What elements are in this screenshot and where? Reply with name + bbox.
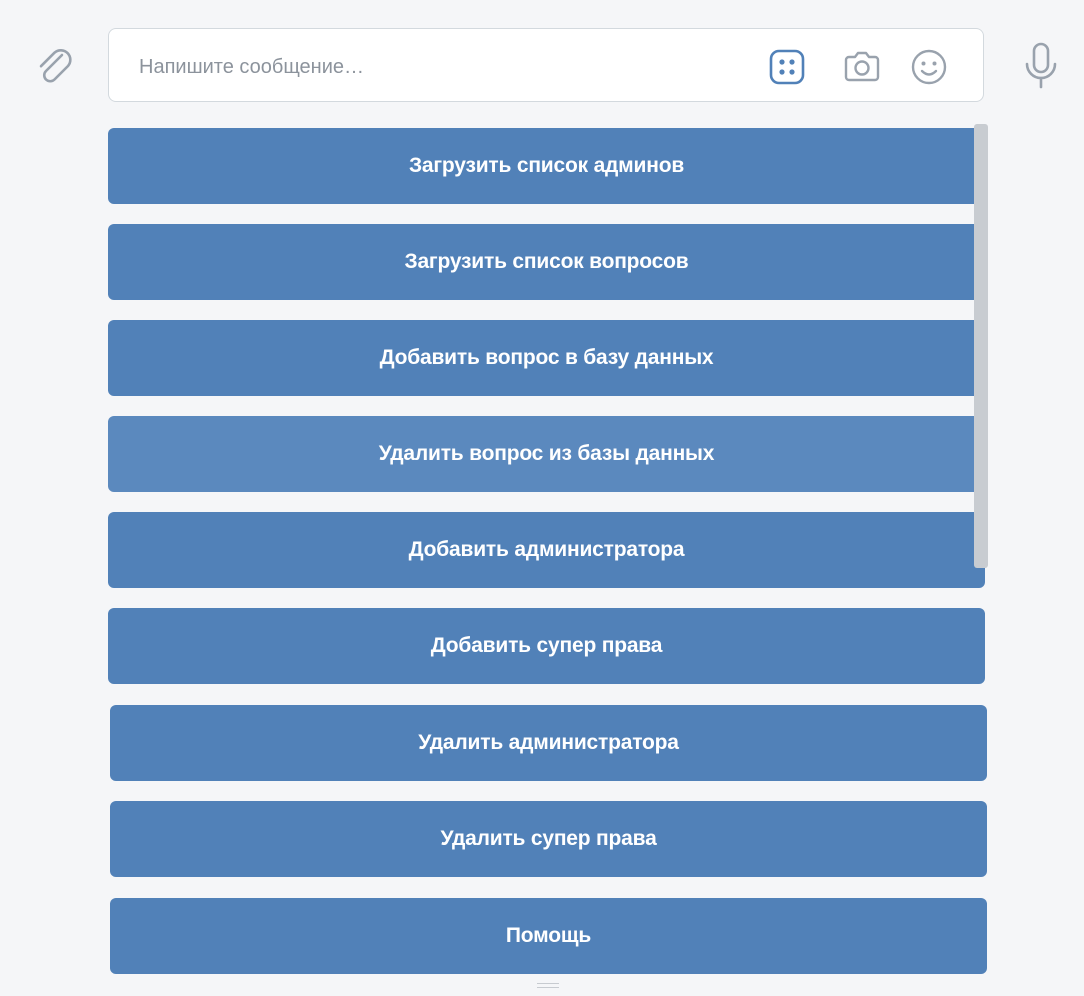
keyboard-toggle-button[interactable] [769, 49, 805, 85]
paperclip-icon [39, 48, 72, 83]
keyboard-button-remove-admin[interactable]: Удалить администратора [110, 705, 987, 781]
message-composer [108, 28, 984, 102]
message-input[interactable] [137, 47, 741, 87]
keyboard-grid-icon [769, 49, 805, 85]
camera-icon [844, 51, 880, 82]
voice-message-button[interactable] [1018, 40, 1064, 92]
camera-button[interactable] [841, 47, 883, 87]
keyboard-button-delete-question[interactable]: Удалить вопрос из базы данных [108, 416, 985, 492]
keyboard-button-load-questions[interactable]: Загрузить список вопросов [108, 224, 985, 300]
attach-button[interactable] [32, 45, 78, 91]
smiley-icon [911, 49, 947, 85]
keyboard-button-add-question[interactable]: Добавить вопрос в базу данных [108, 320, 985, 396]
microphone-icon [1025, 42, 1057, 89]
keyboard-button-load-admins[interactable]: Загрузить список админов [108, 128, 985, 204]
keyboard-button-add-admin[interactable]: Добавить администратора [108, 512, 985, 588]
keyboard-button-add-super-rights[interactable]: Добавить супер права [108, 608, 985, 684]
emoji-button[interactable] [909, 47, 949, 87]
keyboard-resize-handle[interactable] [537, 982, 559, 990]
keyboard-scrollbar[interactable] [974, 124, 988, 568]
keyboard-button-remove-super-rights[interactable]: Удалить супер права [110, 801, 987, 877]
keyboard-button-help[interactable]: Помощь [110, 898, 987, 974]
